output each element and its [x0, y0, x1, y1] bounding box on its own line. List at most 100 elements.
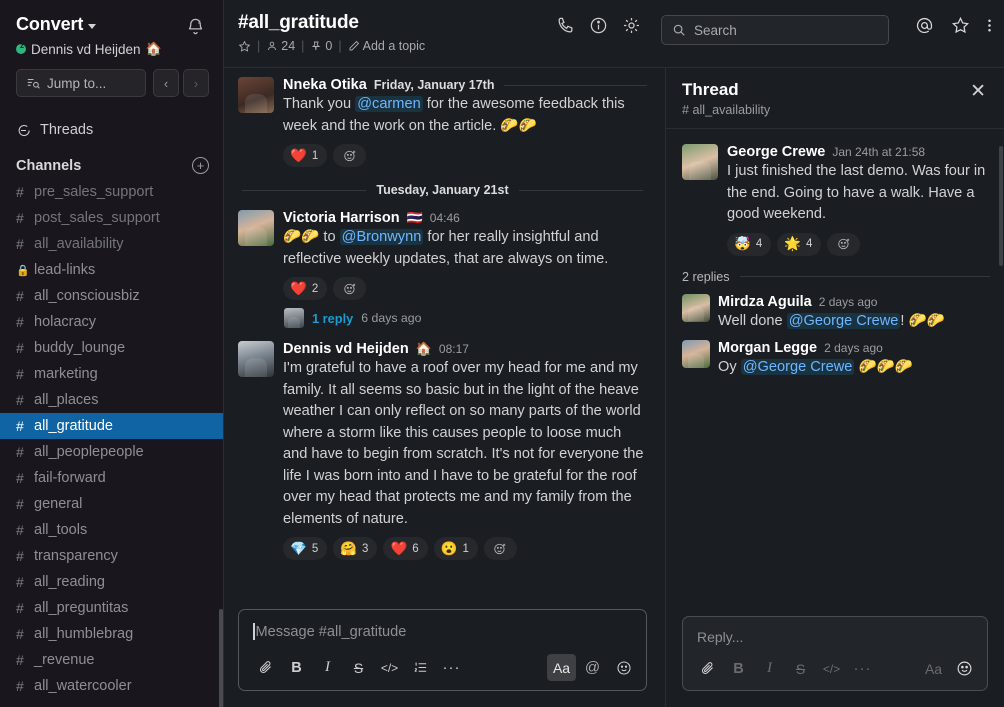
italic-button[interactable]: I [755, 655, 784, 682]
sidebar-item-threads[interactable]: Threads [0, 115, 223, 145]
reaction-chip[interactable]: ❤️ 6 [383, 537, 428, 560]
avatar[interactable] [682, 144, 718, 180]
mention-link[interactable]: @Bronwynn [339, 229, 424, 245]
avatar[interactable] [238, 210, 274, 246]
message-timestamp[interactable]: 2 days ago [819, 295, 878, 309]
strikethrough-button[interactable]: S [344, 654, 373, 681]
sidebar-item-all_peoplepeople[interactable]: # all_peoplepeople [0, 439, 223, 465]
formatting-toggle-button[interactable]: Aa [547, 654, 576, 681]
bold-button[interactable]: B [724, 655, 753, 682]
mention-link[interactable]: @George Crewe [786, 312, 901, 329]
sidebar-item-all_places[interactable]: # all_places [0, 387, 223, 413]
mentions-at-icon[interactable] [915, 16, 934, 35]
sidebar-item-buddy_lounge[interactable]: # buddy_lounge [0, 335, 223, 361]
sidebar-item-holacracy[interactable]: # holacracy [0, 309, 223, 335]
member-count-button[interactable]: 24 [266, 39, 295, 53]
sidebar-item-transparency[interactable]: # transparency [0, 543, 223, 569]
sidebar-item-_revenue[interactable]: # _revenue [0, 647, 223, 673]
more-options-icon[interactable] [987, 16, 992, 35]
saved-items-star-icon[interactable] [951, 16, 970, 35]
more-formatting-button[interactable]: ··· [848, 655, 877, 682]
italic-button[interactable]: I [313, 654, 342, 681]
sidebar-item-pre_sales_support[interactable]: # pre_sales_support [0, 179, 223, 205]
add-topic-button[interactable]: Add a topic [348, 39, 425, 53]
message-timestamp[interactable]: Jan 24th at 21:58 [832, 145, 925, 159]
thread-composer[interactable]: Reply... B I S </> ··· Aa [682, 616, 988, 691]
message-timestamp[interactable]: 08:17 [439, 342, 469, 356]
close-icon[interactable]: ✕ [966, 80, 990, 103]
reaction-chip[interactable]: 🌟 4 [777, 232, 822, 256]
pin-count-button[interactable]: 0 [310, 39, 332, 53]
code-button[interactable]: </> [817, 655, 846, 682]
avatar[interactable] [238, 341, 274, 377]
reaction-chip[interactable]: ❤️ 1 [283, 144, 328, 167]
thread-body[interactable]: George Crewe Jan 24th at 21:58 I just fi… [666, 129, 1004, 608]
reaction-chip[interactable]: 💎 5 [283, 537, 328, 560]
mention-link[interactable]: @carmen [355, 96, 423, 112]
sidebar-item-all_consciousbiz[interactable]: # all_consciousbiz [0, 283, 223, 309]
avatar[interactable] [682, 293, 710, 322]
call-icon[interactable] [556, 16, 575, 35]
add-reaction-icon[interactable] [827, 232, 861, 256]
message-timestamp[interactable]: 04:46 [430, 211, 460, 225]
add-channel-icon[interactable]: + [192, 157, 209, 174]
channel-list[interactable]: # pre_sales_support # post_sales_support # al… [0, 179, 223, 707]
search-input[interactable]: Search [661, 15, 889, 45]
message-author[interactable]: Victoria Harrison [283, 210, 400, 226]
code-button[interactable]: </> [375, 654, 404, 681]
sidebar-item-all_reading[interactable]: # all_reading [0, 569, 223, 595]
attach-file-icon[interactable] [693, 655, 722, 682]
message-author[interactable]: Mirdza Aguila [718, 294, 812, 310]
thread-reply-input[interactable]: Reply... [683, 617, 987, 653]
thread-scrollbar[interactable] [999, 146, 1003, 266]
attach-file-icon[interactable] [251, 654, 280, 681]
emoji-picker-button[interactable] [950, 655, 979, 682]
add-reaction-icon[interactable] [483, 537, 517, 560]
thread-reply-summary[interactable]: 1 reply 6 days ago [283, 308, 647, 328]
strikethrough-button[interactable]: S [786, 655, 815, 682]
star-channel-icon[interactable] [238, 40, 251, 53]
message-timestamp[interactable]: 2 days ago [824, 341, 883, 355]
user-presence-row[interactable]: Dennis vd Heijden 🏠 [16, 41, 209, 57]
settings-gear-icon[interactable] [622, 16, 641, 35]
sidebar-item-general[interactable]: # general [0, 491, 223, 517]
sidebar-scrollbar[interactable] [219, 609, 223, 707]
sidebar-item-all_preguntitas[interactable]: # all_preguntitas [0, 595, 223, 621]
sidebar-item-all_humblebrag[interactable]: # all_humblebrag [0, 621, 223, 647]
sidebar-item-lead-links[interactable]: 🔒 lead-links [0, 257, 223, 283]
emoji-picker-button[interactable] [609, 654, 638, 681]
bold-button[interactable]: B [282, 654, 311, 681]
history-forward-button[interactable]: › [183, 69, 209, 97]
message-author[interactable]: Nneka Otika [283, 77, 367, 93]
reaction-chip[interactable]: 😮 1 [433, 537, 478, 560]
channel-info-icon[interactable] [589, 16, 608, 35]
message-composer[interactable]: Message #all_gratitude B I S </> ··· Aa … [238, 609, 647, 691]
sidebar-item-all_availability[interactable]: # all_availability [0, 231, 223, 257]
reply-count-link[interactable]: 1 reply [312, 311, 353, 326]
workspace-switcher[interactable]: Convert [16, 14, 97, 35]
sidebar-item-marketing[interactable]: # marketing [0, 361, 223, 387]
reaction-chip[interactable]: 🤗 3 [333, 537, 378, 560]
reaction-chip[interactable]: ❤️ 2 [283, 277, 328, 300]
message-author[interactable]: George Crewe [727, 144, 825, 160]
more-formatting-button[interactable]: ··· [437, 654, 466, 681]
reaction-chip[interactable]: 🤯 4 [727, 232, 772, 256]
mention-button[interactable]: @ [578, 654, 607, 681]
sidebar-item-fail-forward[interactable]: # fail-forward [0, 465, 223, 491]
sidebar-item-all_tools[interactable]: # all_tools [0, 517, 223, 543]
message-author[interactable]: Morgan Legge [718, 340, 817, 356]
sidebar-item-all_gratitude[interactable]: # all_gratitude [0, 413, 223, 439]
notifications-bell-icon[interactable]: z [186, 17, 205, 36]
avatar[interactable] [682, 340, 710, 368]
message-author[interactable]: Dennis vd Heijden [283, 341, 409, 357]
add-reaction-icon[interactable] [333, 277, 367, 300]
history-back-button[interactable]: ‹ [153, 69, 179, 97]
avatar[interactable] [238, 77, 274, 113]
mention-link[interactable]: @George Crewe [740, 359, 855, 375]
sidebar-item-post_sales_support[interactable]: # post_sales_support [0, 205, 223, 231]
formatting-toggle-button[interactable]: Aa [919, 655, 948, 682]
add-reaction-icon[interactable] [333, 144, 367, 167]
message-input[interactable]: Message #all_gratitude [239, 610, 646, 650]
thread-channel-name[interactable]: # all_availability [682, 103, 770, 117]
ordered-list-button[interactable] [406, 654, 435, 681]
